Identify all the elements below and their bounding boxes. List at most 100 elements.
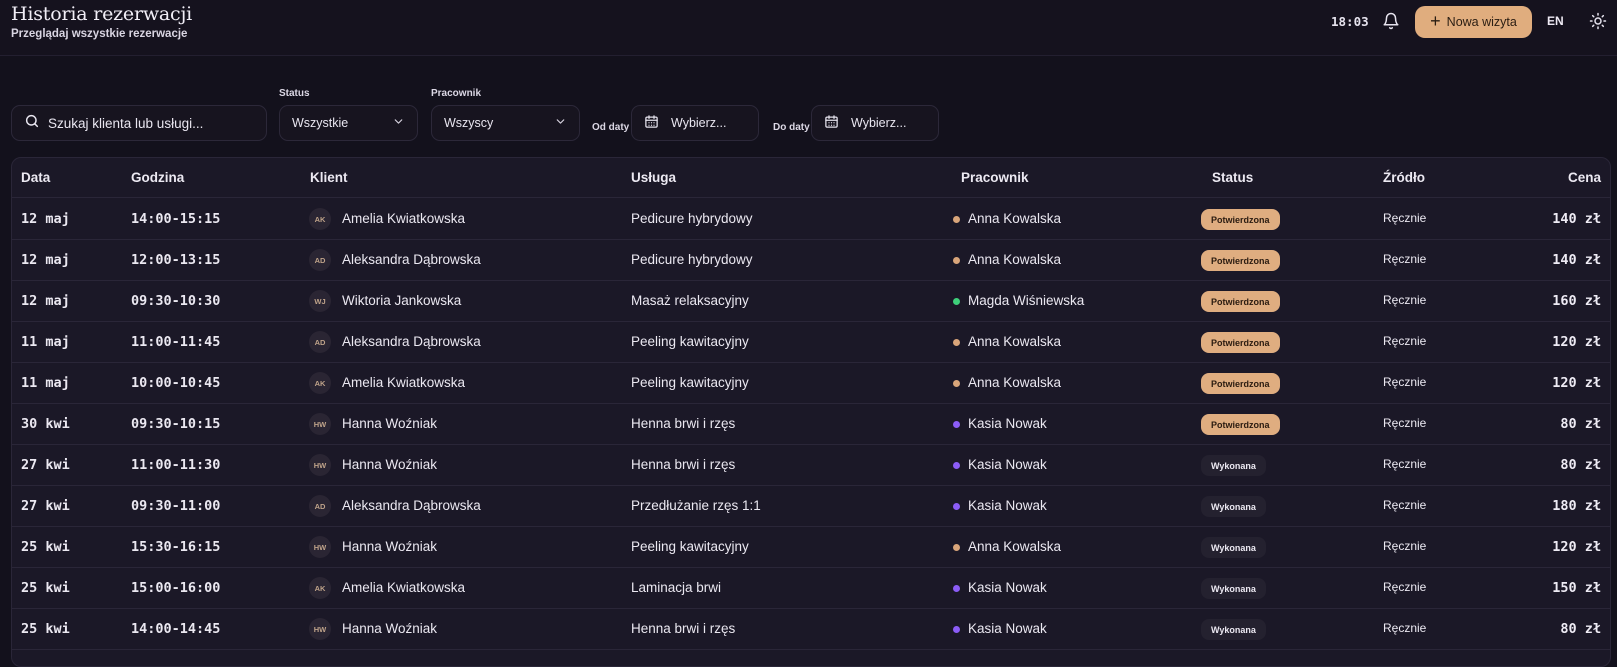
bell-icon[interactable] [1382, 12, 1400, 30]
search-input[interactable] [48, 115, 258, 131]
row-service: Masaż relaksacyjny [631, 293, 749, 308]
employee-select[interactable]: Wszyscy [431, 105, 580, 141]
avatar: HW [309, 454, 331, 476]
table-row[interactable]: 25 kwi 15:00-16:00 AK Amelia Kwiatkowska Lam… [12, 568, 1610, 609]
calendar-icon [824, 114, 839, 132]
column-price[interactable]: Cena [1568, 170, 1601, 185]
table-row[interactable]: 27 kwi 09:30-11:00 AD Aleksandra Dąbrowska P… [12, 486, 1610, 527]
page-title: Historia rezerwacji [11, 3, 193, 25]
row-source: Ręcznie [1383, 621, 1427, 635]
row-date: 12 maj [21, 211, 70, 227]
status-badge: Potwierdzona [1201, 291, 1280, 312]
row-date: 27 kwi [21, 457, 70, 473]
from-date-picker[interactable]: Wybierz... [631, 105, 759, 141]
sun-icon[interactable] [1589, 12, 1607, 30]
table-row[interactable]: 27 kwi 11:00-11:30 HW Hanna Woźniak Henna br… [12, 445, 1610, 486]
status-select[interactable]: Wszystkie [279, 105, 418, 141]
page-subtitle: Przeglądaj wszystkie rezerwacje [11, 28, 188, 40]
row-price: 150 zł [1552, 580, 1601, 596]
row-client: Aleksandra Dąbrowska [342, 498, 481, 513]
top-bar: Historia rezerwacji Przeglądaj wszystkie… [0, 0, 1617, 56]
table-row[interactable]: 12 maj 14:00-15:15 AK Amelia Kwiatkowska Ped… [12, 199, 1610, 240]
row-price: 140 zł [1552, 252, 1601, 268]
table-header: Data Godzina Klient Usługa Pracownik Sta… [12, 158, 1610, 198]
row-source: Ręcznie [1383, 457, 1427, 471]
column-date[interactable]: Data [21, 170, 50, 185]
row-date: 11 maj [21, 334, 70, 350]
employee-select-value: Wszyscy [444, 116, 494, 130]
row-date: 25 kwi [21, 580, 70, 596]
avatar: WJ [309, 290, 331, 312]
status-badge: Potwierdzona [1201, 209, 1280, 230]
row-service: Laminacja brwi [631, 580, 722, 595]
column-time[interactable]: Godzina [131, 170, 184, 185]
table-row[interactable]: 12 maj 12:00-13:15 AD Aleksandra Dąbrowska P… [12, 240, 1610, 281]
row-price: 160 zł [1552, 293, 1601, 309]
row-date: 27 kwi [21, 498, 70, 514]
table-row[interactable]: 25 kwi 15:30-16:15 HW Hanna Woźniak Peeling … [12, 527, 1610, 568]
table-row[interactable]: 12 maj 09:30-10:30 WJ Wiktoria Jankowska Mas… [12, 281, 1610, 322]
avatar: AK [309, 372, 331, 394]
row-employee: Anna Kowalska [968, 252, 1062, 267]
column-source[interactable]: Źródło [1383, 170, 1425, 185]
column-service[interactable]: Usługa [631, 170, 676, 185]
row-date: 30 kwi [21, 416, 70, 432]
row-source: Ręcznie [1383, 580, 1427, 594]
row-service: Przedłużanie rzęs 1:1 [631, 498, 761, 513]
avatar: AD [309, 331, 331, 353]
row-price: 180 zł [1552, 498, 1601, 514]
status-badge: Potwierdzona [1201, 250, 1280, 271]
status-select-value: Wszystkie [292, 116, 349, 130]
table-row[interactable]: 11 maj 10:00-10:45 AK Amelia Kwiatkowska Pee… [12, 363, 1610, 404]
employee-color-dot [953, 544, 960, 551]
status-filter-label: Status [279, 88, 310, 99]
row-source: Ręcznie [1383, 293, 1427, 307]
calendar-icon [644, 114, 659, 132]
column-employee[interactable]: Pracownik [961, 170, 1029, 185]
plus-icon: + [1430, 11, 1441, 31]
status-badge: Wykonana [1201, 455, 1266, 476]
row-employee: Anna Kowalska [968, 375, 1062, 390]
clock: 18:03 [1331, 14, 1369, 29]
employee-color-dot [953, 380, 960, 387]
row-source: Ręcznie [1383, 252, 1427, 266]
employee-color-dot [953, 216, 960, 223]
language-switch[interactable]: EN [1547, 14, 1564, 28]
new-visit-button[interactable]: + Nowa wizyta [1415, 6, 1532, 38]
avatar: AD [309, 495, 331, 517]
row-client: Aleksandra Dąbrowska [342, 252, 481, 267]
row-employee: Anna Kowalska [968, 334, 1062, 349]
row-client: Hanna Woźniak [342, 621, 438, 636]
row-time: 09:30-10:30 [131, 293, 221, 309]
reservations-table: Data Godzina Klient Usługa Pracownik Sta… [11, 157, 1611, 667]
row-service: Henna brwi i rzęs [631, 621, 736, 636]
row-source: Ręcznie [1383, 334, 1427, 348]
row-date: 12 maj [21, 293, 70, 309]
employee-color-dot [953, 462, 960, 469]
avatar: AK [309, 208, 331, 230]
row-service: Pedicure hybrydowy [631, 211, 753, 226]
search-icon [24, 113, 40, 134]
row-employee: Magda Wiśniewska [968, 293, 1085, 308]
row-source: Ręcznie [1383, 211, 1427, 225]
row-date: 12 maj [21, 252, 70, 268]
row-source: Ręcznie [1383, 539, 1427, 553]
table-row[interactable]: 25 kwi 14:00-14:45 HW Hanna Woźniak Henna br… [12, 609, 1610, 650]
to-date-value: Wybierz... [851, 116, 907, 130]
row-employee: Kasia Nowak [968, 580, 1047, 595]
to-date-picker[interactable]: Wybierz... [811, 105, 939, 141]
search-box[interactable] [11, 105, 267, 141]
avatar: AK [309, 577, 331, 599]
column-client[interactable]: Klient [310, 170, 348, 185]
row-time: 11:00-11:30 [131, 457, 221, 473]
row-source: Ręcznie [1383, 375, 1427, 389]
row-client: Amelia Kwiatkowska [342, 580, 466, 595]
status-badge: Wykonana [1201, 537, 1266, 558]
table-row[interactable]: 30 kwi 09:30-10:15 HW Hanna Woźniak Henna br… [12, 404, 1610, 445]
row-time: 15:00-16:00 [131, 580, 221, 596]
row-date: 25 kwi [21, 539, 70, 555]
table-row[interactable]: 11 maj 11:00-11:45 AD Aleksandra Dąbrowska P… [12, 322, 1610, 363]
column-status[interactable]: Status [1212, 170, 1253, 185]
avatar: HW [309, 618, 331, 640]
row-price: 80 zł [1560, 416, 1601, 432]
